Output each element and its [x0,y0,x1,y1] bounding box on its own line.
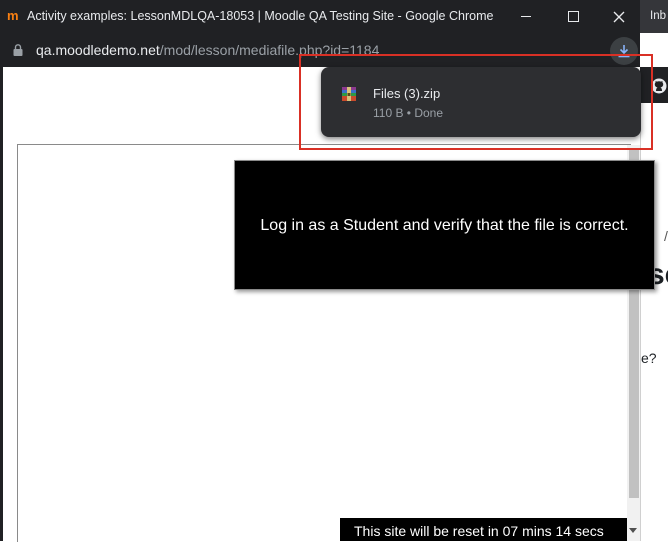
reset-banner: This site will be reset in 07 mins 14 se… [340,518,627,541]
reset-countdown-text: This site will be reset in 07 mins 14 se… [354,523,604,539]
breadcrumb-separator: / [664,228,668,244]
github-icon[interactable] [651,78,667,94]
close-button[interactable] [596,0,642,33]
instruction-tooltip: Log in as a Student and verify that the … [234,160,655,290]
maximize-icon [567,11,579,22]
minimize-button[interactable] [503,0,549,33]
instruction-text: Log in as a Student and verify that the … [260,217,629,234]
window-title: Activity examples: LessonMDLQA-18053 | M… [27,9,494,23]
question-fragment: e? [641,350,657,366]
close-icon [613,11,625,22]
scroll-down-arrow-icon[interactable] [629,528,637,533]
title-bar: m Activity examples: LessonMDLQA-18053 |… [0,0,640,33]
background-tab-label[interactable]: Inb [650,10,666,22]
minimize-icon [521,16,531,17]
left-edge [0,67,3,541]
moodle-logo-icon: m [7,8,19,23]
url-host: qa.moodledemo.net [36,42,160,58]
highlight-box [299,54,653,150]
lock-icon[interactable] [13,44,23,56]
maximize-button[interactable] [550,0,596,33]
